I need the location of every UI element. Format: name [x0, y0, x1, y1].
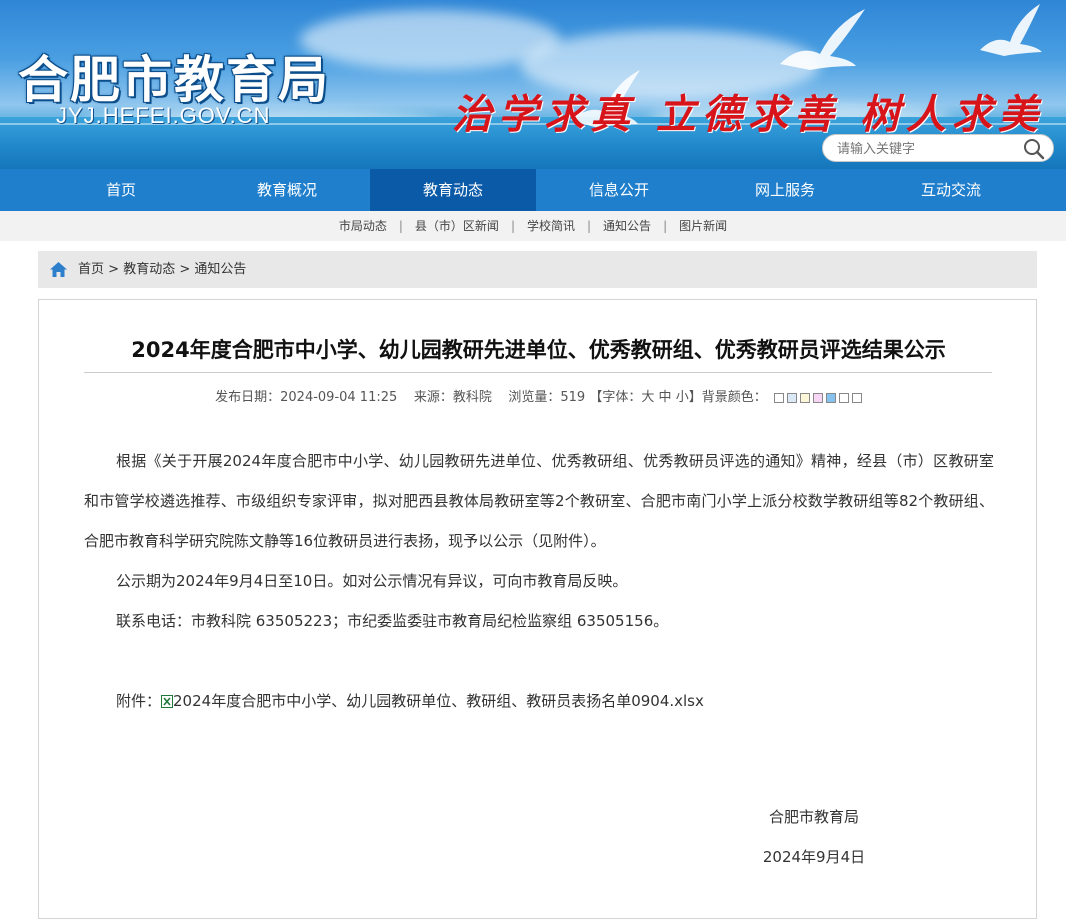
subnav-separator: |: [587, 219, 592, 233]
title-divider: [84, 372, 992, 373]
subnav-separator: |: [663, 219, 668, 233]
source-label: 来源：: [413, 390, 453, 405]
nav-item-interaction[interactable]: 互动交流: [868, 169, 1034, 211]
breadcrumb: 首页 > 教育动态 > 通知公告: [38, 251, 1037, 288]
bg-color-swatch-3[interactable]: [799, 392, 810, 403]
article-paragraph-2: 公示期为2024年9月4日至10日。如对公示情况有异议，可向市教育局反映。: [116, 572, 628, 590]
font-size-small[interactable]: 小: [676, 390, 689, 405]
main-nav: 首页 教育概况 教育动态 信息公开 网上服务 互动交流: [0, 169, 1066, 211]
breadcrumb-separator: >: [108, 262, 120, 277]
subnav-item-photo-news[interactable]: 图片新闻: [679, 219, 727, 233]
publish-date: 2024-09-04 11:25: [280, 390, 398, 405]
breadcrumb-separator: >: [179, 262, 191, 277]
attachment-link[interactable]: 2024年度合肥市中小学、幼儿园教研单位、教研组、教研员表扬名单0904.xls…: [173, 692, 704, 710]
swan-bird-decoration-2: [980, 4, 1042, 56]
nav-item-news[interactable]: 教育动态: [370, 169, 536, 211]
bg-color-swatches: [771, 390, 862, 405]
font-size-medium[interactable]: 中: [659, 390, 672, 405]
site-domain: JYJ.HEFEI.GOV.CN: [56, 103, 271, 128]
subnav-item-school-news[interactable]: 学校简讯: [527, 219, 575, 233]
subnav-separator: |: [510, 219, 515, 233]
bg-color-swatch-2[interactable]: [786, 392, 797, 403]
breadcrumb-trail: 首页 > 教育动态 > 通知公告: [78, 251, 246, 288]
article-title: 2024年度合肥市中小学、幼儿园教研先进单位、优秀教研组、优秀教研员评选结果公示: [131, 338, 946, 362]
bg-color-swatch-6[interactable]: [838, 392, 849, 403]
search-icon[interactable]: [1023, 138, 1045, 160]
article-meta: 发布日期：2024-09-04 11:25 来源：教科院 浏览量：519 【字体…: [39, 386, 1038, 405]
subnav-item-district-news[interactable]: 县（市）区新闻: [415, 219, 499, 233]
article-panel: 2024年度合肥市中小学、幼儿园教研先进单位、优秀教研组、优秀教研员评选结果公示…: [38, 299, 1037, 919]
breadcrumb-notices[interactable]: 通知公告: [194, 262, 246, 277]
article-body: 根据《关于开展2024年度合肥市中小学、幼儿园教研先进单位、优秀教研组、优秀教研…: [84, 441, 994, 721]
bg-color-swatch-7[interactable]: [851, 392, 862, 403]
signature-date: 2024年9月4日: [762, 848, 866, 866]
bg-color-swatch-1[interactable]: [773, 392, 784, 403]
attachment-line: 附件： 2024年度合肥市中小学、幼儿园教研单位、教研组、教研员表扬名单0904.…: [84, 681, 994, 721]
article-paragraph-1: 根据《关于开展2024年度合肥市中小学、幼儿园教研先进单位、优秀教研组、优秀教研…: [84, 452, 994, 550]
breadcrumb-news[interactable]: 教育动态: [123, 262, 175, 277]
subnav-separator: |: [398, 219, 403, 233]
excel-file-icon: [161, 695, 174, 708]
signature-org: 合肥市教育局: [768, 808, 859, 826]
subnav-item-bureau-news[interactable]: 市局动态: [339, 219, 387, 233]
home-icon[interactable]: [49, 261, 68, 278]
article-paragraph-3: 联系电话：市教科院 63505223；市纪委监委驻市教育局纪检监察组 63505…: [116, 612, 669, 630]
bg-color-swatch-5[interactable]: [825, 392, 836, 403]
bg-color-label: 背景颜色：: [701, 390, 767, 405]
bg-color-swatch-4[interactable]: [812, 392, 823, 403]
font-size-suffix: 】: [688, 390, 702, 405]
header-banner: 合肥市教育局 JYJ.HEFEI.GOV.CN 治学求真 立德求善 树人求美: [0, 0, 1066, 169]
swan-bird-decoration: [780, 9, 865, 70]
nav-item-info-public[interactable]: 信息公开: [536, 169, 702, 211]
breadcrumb-home[interactable]: 首页: [78, 262, 104, 277]
subnav-item-notices[interactable]: 通知公告: [603, 219, 651, 233]
article-source: 教科院: [452, 390, 492, 405]
view-count: 519: [560, 390, 586, 405]
attachment-label: 附件：: [116, 692, 162, 710]
date-label: 发布日期：: [215, 390, 281, 405]
nav-item-online-service[interactable]: 网上服务: [702, 169, 868, 211]
font-size-prefix: 【字体：: [589, 390, 642, 405]
site-motto: 治学求真 立德求善 树人求美: [452, 91, 1044, 138]
nav-item-home[interactable]: 首页: [38, 169, 204, 211]
search-box: [822, 134, 1054, 162]
search-input[interactable]: [835, 139, 1019, 159]
sub-nav: 市局动态 | 县（市）区新闻 | 学校简讯 | 通知公告 | 图片新闻: [0, 211, 1066, 241]
site-logo[interactable]: 合肥市教育局: [18, 40, 330, 112]
views-label: 浏览量：: [508, 390, 561, 405]
font-size-large[interactable]: 大: [641, 390, 654, 405]
nav-item-overview[interactable]: 教育概况: [204, 169, 370, 211]
